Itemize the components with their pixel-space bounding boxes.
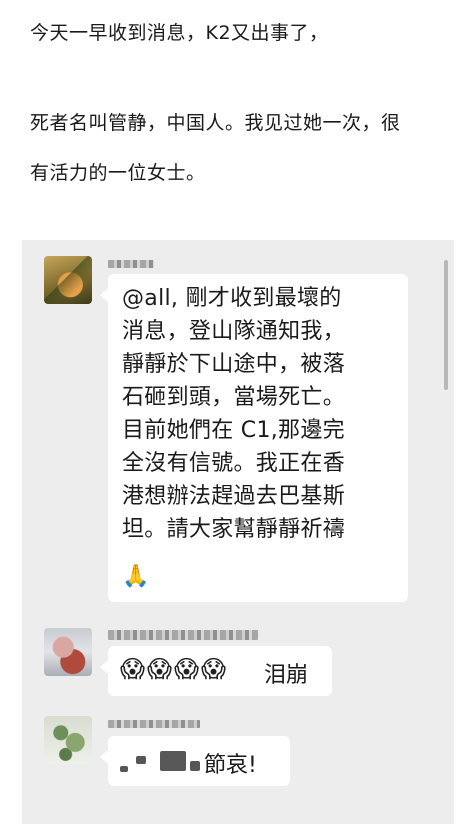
message-text: 泪崩 [264, 663, 309, 688]
article-line-1: 今天一早收到消息，K2又出事了， [30, 22, 329, 44]
message-bubble[interactable]: 節哀! [100, 736, 290, 786]
avatar[interactable] [44, 628, 92, 676]
redacted-text [136, 756, 146, 764]
avatar[interactable] [44, 256, 92, 304]
pray-emoji-icon: 🙏 [122, 564, 150, 589]
article-line-3: 有活力的一位女士。 [30, 162, 206, 184]
message-bubble[interactable]: 😱😱😱😱 泪崩 [100, 646, 332, 696]
article-line-2: 死者名叫管静，中国人。我见过她一次，很 [30, 112, 401, 134]
blurred-sender-name [108, 720, 200, 728]
message-bubble[interactable]: @all, 剛才收到最壞的 消息，登山隊通知我， 靜靜於下山途中，被落 石砸到頭… [100, 274, 408, 602]
blurred-sender-name [108, 260, 154, 268]
redacted-text [160, 751, 186, 771]
blurred-sender-name [108, 630, 258, 640]
message-text: @all, 剛才收到最壞的 消息，登山隊通知我， 靜靜於下山途中，被落 石砸到頭… [122, 286, 346, 542]
chat-screenshot: @all, 剛才收到最壞的 消息，登山隊通知我， 靜靜於下山途中，被落 石砸到頭… [22, 240, 454, 824]
redacted-text [120, 766, 128, 772]
avatar[interactable] [44, 716, 92, 764]
message-text: 節哀! [204, 753, 257, 778]
scream-emoji-icon: 😱😱😱😱 [120, 655, 229, 683]
chat-scrollbar[interactable] [444, 260, 448, 390]
redacted-text [190, 761, 200, 771]
